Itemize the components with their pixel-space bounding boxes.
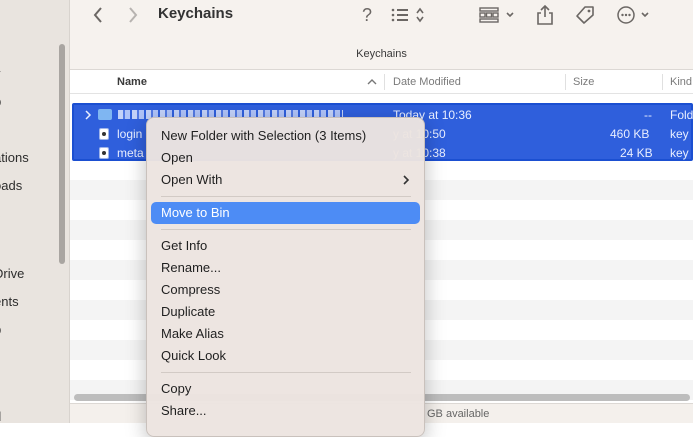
view-options-button[interactable] [390,5,432,25]
available-space: GB available [427,408,490,420]
column-kind[interactable]: Kind [670,70,692,94]
column-separator[interactable] [565,74,566,90]
menu-item-copy[interactable]: Copy [151,378,420,400]
tag-icon [576,6,594,24]
sidebar-item-icloud-drive[interactable]: Drive [0,266,24,281]
share-icon [537,4,553,25]
kind-cell: key [670,127,689,141]
list-view-icon [391,7,424,23]
menu-item-new-folder-with-selection[interactable]: New Folder with Selection (3 Items) [151,125,420,147]
sidebar-item-documents[interactable]: ents [0,294,19,309]
sidebar: y p s ations oads s Drive ents p d [0,0,70,423]
sidebar-item[interactable]: s [0,206,1,221]
folder-icon [98,109,112,120]
chevron-left-icon [93,7,102,23]
menu-item-share[interactable]: Share... [151,400,420,422]
menu-item-rename[interactable]: Rename... [151,257,420,279]
column-separator[interactable] [384,74,385,90]
column-date-modified[interactable]: Date Modified [393,70,461,94]
name-cell: login [117,127,143,141]
forward-button[interactable] [123,4,143,26]
chevron-right-icon [129,7,138,23]
menu-item-move-to-bin[interactable]: Move to Bin [151,202,420,224]
path-title: Keychains [356,48,407,60]
menu-separator [161,229,411,230]
column-header: Name Date Modified Size Kind [70,70,693,94]
grid-view-icon [479,7,514,23]
name-cell: meta [117,146,144,160]
sidebar-item-downloads[interactable]: oads [0,178,22,193]
sidebar-item[interactable]: s [0,122,1,137]
column-name[interactable]: Name [117,70,147,94]
back-button[interactable] [88,4,108,26]
menu-separator [161,196,411,197]
sidebar-item[interactable]: p [0,94,1,109]
menu-item-duplicate[interactable]: Duplicate [151,301,420,323]
menu-item-open-with[interactable]: Open With [151,169,420,191]
keychain-file-icon [99,147,109,159]
sidebar-item[interactable]: y [0,66,1,81]
share-button[interactable] [535,3,555,27]
size-cell: 460 KB [610,127,650,141]
window-title: Keychains [158,5,234,22]
chevron-right-icon [402,169,410,198]
menu-item-open[interactable]: Open [151,147,420,169]
kind-cell: Fold [670,108,693,122]
more-actions-button[interactable] [615,4,655,26]
size-cell: -- [644,108,652,122]
sidebar-item[interactable]: d [0,409,1,423]
menu-item-quick-look[interactable]: Quick Look [151,345,420,367]
menu-item-get-info[interactable]: Get Info [151,235,420,257]
menu-item-label: Open With [161,172,223,187]
menu-item-make-alias[interactable]: Make Alias [151,323,420,345]
question-mark-icon: ? [361,4,372,25]
toolbar: Keychains ? Keychains [70,0,693,70]
sidebar-item-desktop[interactable]: p [0,322,1,337]
menu-separator [161,372,411,373]
sidebar-scrollbar[interactable] [59,44,65,264]
ellipsis-circle-icon [617,6,649,24]
tag-button[interactable] [573,4,597,26]
sidebar-item-applications[interactable]: ations [0,150,29,165]
size-cell: 24 KB [620,146,653,160]
help-button[interactable]: ? [357,3,377,27]
column-size[interactable]: Size [573,70,594,94]
keychain-file-icon [99,128,109,140]
column-separator[interactable] [662,74,663,90]
menu-item-compress[interactable]: Compress [151,279,420,301]
sort-chevron-up-icon[interactable] [367,70,377,94]
context-menu: New Folder with Selection (3 Items) Open… [146,117,425,437]
kind-cell: key [670,146,689,160]
group-by-button[interactable] [478,5,518,25]
